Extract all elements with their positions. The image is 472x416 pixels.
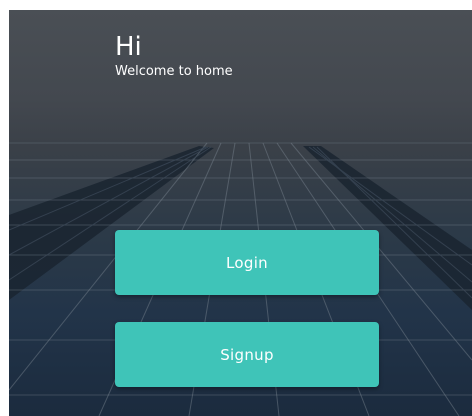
greeting: Hi Welcome to home bbox=[115, 32, 233, 80]
page-title: Hi bbox=[115, 32, 142, 62]
signup-button[interactable]: Signup bbox=[115, 322, 379, 387]
page-subtitle: Welcome to home bbox=[115, 64, 233, 79]
home-screen: Hi Welcome to home Login Signup bbox=[9, 10, 472, 416]
login-button[interactable]: Login bbox=[115, 230, 379, 295]
